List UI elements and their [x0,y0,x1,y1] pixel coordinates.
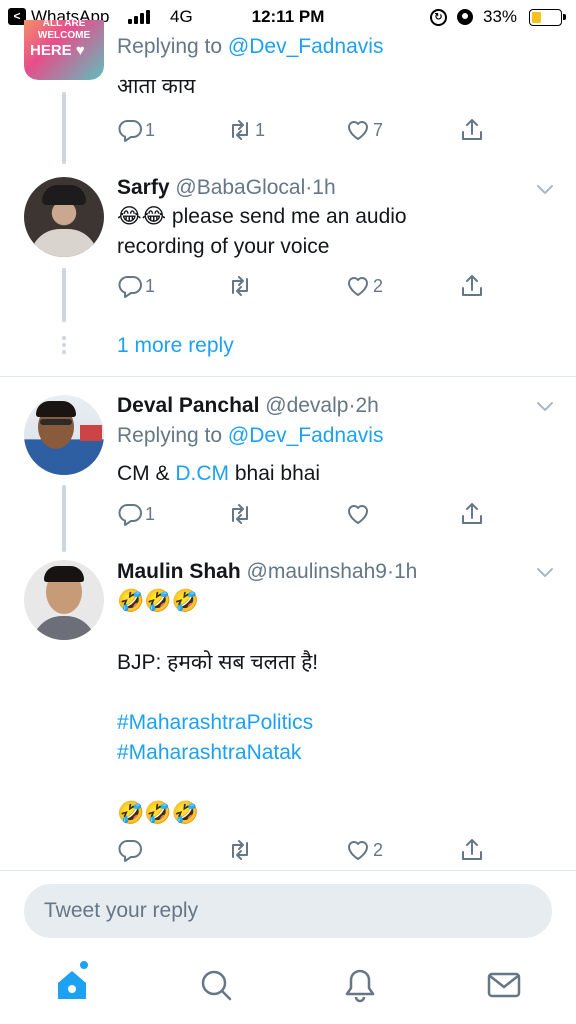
tweet-actions: 1 [117,500,497,528]
messages-tab[interactable] [484,965,524,1005]
like-count: 7 [373,119,384,140]
reply-count: 1 [145,275,156,296]
author-handle[interactable]: @BabaGlocal [175,176,305,199]
tweet-header: Sarfy @BabaGlocal·1h [117,176,336,199]
reply-icon [118,120,142,142]
tweet-text: CM & D.CM bhai bhai [117,462,321,485]
home-tab[interactable] [52,965,92,1005]
tweet-text: आता काय [117,75,196,98]
emoji: 🤣🤣🤣 [117,588,200,613]
tweet-3[interactable]: Deval Panchal @devalp·2h Replying to @De… [0,377,576,552]
inline-link[interactable]: D.CM [175,462,229,485]
like-icon [348,121,368,140]
reply-input[interactable]: Tweet your reply [24,884,552,938]
reply-icon [118,840,142,862]
author-name[interactable]: Deval Panchal [117,394,259,417]
reply-icon [118,276,142,298]
tweet-actions: 1 2 [117,272,497,300]
tweet-age: 1h [312,176,336,199]
like-icon [348,841,368,860]
share-icon [462,119,482,140]
tweet-age: 2h [355,394,379,417]
chevron-down-icon[interactable] [536,397,554,415]
more-replies-dots [61,336,67,354]
chevron-down-icon[interactable] [536,563,554,581]
share-button[interactable] [459,116,485,144]
like-button[interactable]: 7 [345,116,383,144]
reply-count: 1 [145,503,156,524]
avatar-text: HERE ♥ [30,42,85,59]
retweet-button[interactable] [227,500,255,528]
tweet-header: Deval Panchal @devalp·2h [117,394,379,417]
emoji: 😂😂 [117,205,167,228]
reply-count: 1 [145,119,156,140]
author-handle[interactable]: @maulinshah9 [247,560,387,583]
replying-to: Replying to @Dev_Fadnavis [117,424,384,447]
emoji: 🤣🤣🤣 [117,800,200,825]
tweet-4[interactable]: Maulin Shah @maulinshah9·1h 🤣🤣🤣 BJP: हमक… [0,552,576,870]
notifications-icon [345,969,375,1003]
retweet-button[interactable]: 1 [227,116,265,144]
avatar[interactable] [24,395,104,475]
thread-line [62,268,66,322]
reply-button[interactable]: 1 [117,272,155,300]
tweet-1[interactable]: ALL ARE WELCOME HERE ♥ Replying to @Dev_… [0,0,576,164]
retweet-icon [232,120,248,140]
chevron-down-icon[interactable] [536,180,554,198]
search-tab[interactable] [196,965,236,1005]
author-name[interactable]: Maulin Shah [117,560,241,583]
bottom-nav [0,955,576,1024]
avatar[interactable] [24,560,104,640]
retweet-icon [232,504,248,524]
mention-link[interactable]: @Dev_Fadnavis [228,424,384,447]
share-icon [462,503,482,524]
reply-button[interactable]: 1 [117,500,155,528]
share-button[interactable] [459,500,485,528]
retweet-button[interactable] [227,272,255,300]
author-name[interactable]: Sarfy [117,176,170,199]
retweet-icon [232,840,248,860]
tweet-actions: 1 1 7 [117,116,497,144]
author-handle[interactable]: @devalp [265,394,348,417]
thread-line [62,485,66,552]
reply-button[interactable] [117,836,145,864]
thread-line [62,92,66,164]
divider [0,870,576,871]
avatar[interactable] [24,177,104,257]
tweet-actions: 2 [117,836,497,864]
tweet-2[interactable]: Sarfy @BabaGlocal·1h 😂😂 please send me a… [0,160,576,375]
retweet-icon [232,276,248,296]
hashtag-link[interactable]: #MaharashtraPolitics [117,708,557,738]
home-icon [58,971,86,999]
notifications-tab[interactable] [340,965,380,1005]
messages-icon [487,972,521,998]
like-count: 2 [373,275,384,296]
reply-button[interactable]: 1 [117,116,155,144]
like-icon [348,277,368,296]
avatar[interactable]: ALL ARE WELCOME HERE ♥ [24,20,104,80]
tweet-header: Maulin Shah @maulinshah9·1h [117,560,418,583]
share-icon [462,839,482,860]
like-icon [348,505,368,524]
tweet-age: 1h [393,560,418,583]
avatar-text: ALL ARE [42,20,86,29]
hashtag-link[interactable]: #MaharashtraNatak [117,738,557,768]
share-icon [462,275,482,296]
tweet-text: 🤣🤣🤣 BJP: हमको सब चलता है! #MaharashtraPo… [117,586,557,828]
reply-icon [118,504,142,526]
avatar-text: WELCOME [37,30,91,41]
like-count: 2 [373,839,384,860]
share-button[interactable] [459,272,485,300]
share-button[interactable] [459,836,485,864]
tweet-text: 😂😂 please send me an audio recording of … [117,205,407,258]
like-button[interactable]: 2 [345,836,383,864]
like-button[interactable]: 2 [345,272,383,300]
search-icon [201,970,232,1001]
mention-link[interactable]: @Dev_Fadnavis [228,35,384,58]
replying-to: Replying to @Dev_Fadnavis [117,35,384,58]
show-more-replies-link[interactable]: 1 more reply [117,334,234,358]
like-button[interactable] [345,500,373,528]
retweet-button[interactable] [227,836,255,864]
retweet-count: 1 [255,119,266,140]
